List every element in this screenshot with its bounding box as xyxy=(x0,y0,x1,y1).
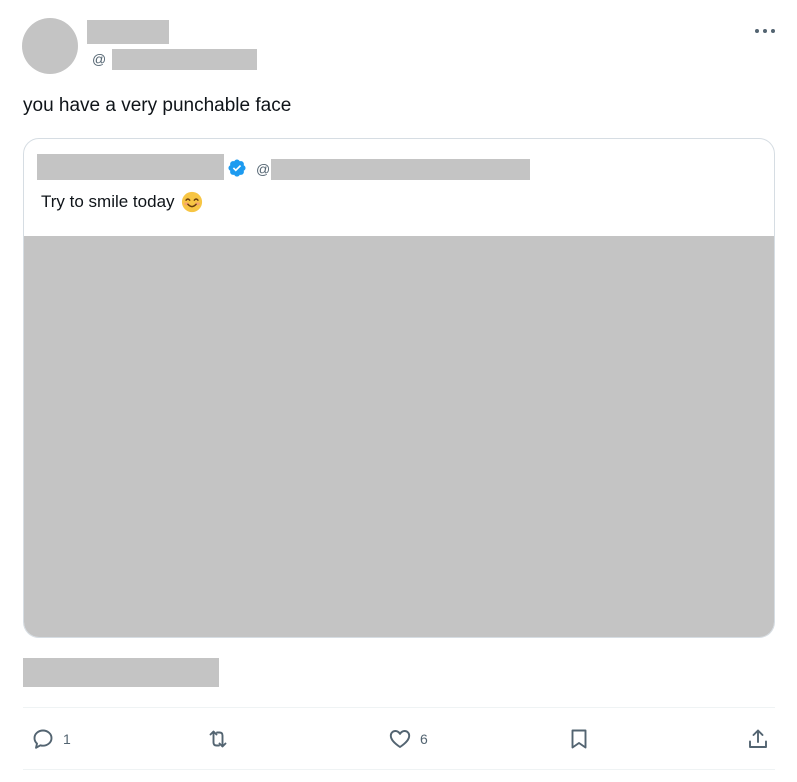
quoted-handle-prefix: @ xyxy=(256,161,271,177)
more-options-button[interactable] xyxy=(748,16,782,46)
bookmark-button[interactable] xyxy=(567,724,591,754)
tweet-text: you have a very punchable face xyxy=(23,95,292,116)
quoted-handle-redacted[interactable] xyxy=(271,159,530,180)
quoted-tweet-card[interactable]: @ Try to smile today xyxy=(23,138,775,638)
reply-count: 1 xyxy=(63,731,71,747)
quoted-media-redacted[interactable] xyxy=(24,236,774,637)
repost-icon xyxy=(209,730,227,748)
reply-icon xyxy=(33,729,53,749)
verified-badge-icon xyxy=(228,159,246,177)
smiling-face-icon xyxy=(181,191,202,213)
timestamp-redacted[interactable] xyxy=(23,658,219,687)
share-icon xyxy=(749,729,767,748)
more-dots-icon xyxy=(755,29,775,33)
bookmark-icon xyxy=(571,729,587,749)
quoted-text-row: Try to smile today xyxy=(41,191,203,213)
quoted-text: Try to smile today xyxy=(41,192,175,211)
like-count: 6 xyxy=(420,731,428,747)
heart-icon xyxy=(389,730,411,748)
handle-prefix: @ xyxy=(92,51,107,67)
reply-button[interactable]: 1 xyxy=(31,724,71,754)
handle-redacted[interactable] xyxy=(112,49,257,70)
repost-button[interactable] xyxy=(206,724,230,754)
like-button[interactable]: 6 xyxy=(388,724,428,754)
actions-top-divider xyxy=(23,707,775,708)
share-button[interactable] xyxy=(746,724,770,754)
quoted-display-name-redacted[interactable] xyxy=(37,154,224,180)
actions-bottom-divider xyxy=(23,769,775,770)
avatar[interactable] xyxy=(22,18,78,74)
display-name-redacted[interactable] xyxy=(87,20,169,44)
